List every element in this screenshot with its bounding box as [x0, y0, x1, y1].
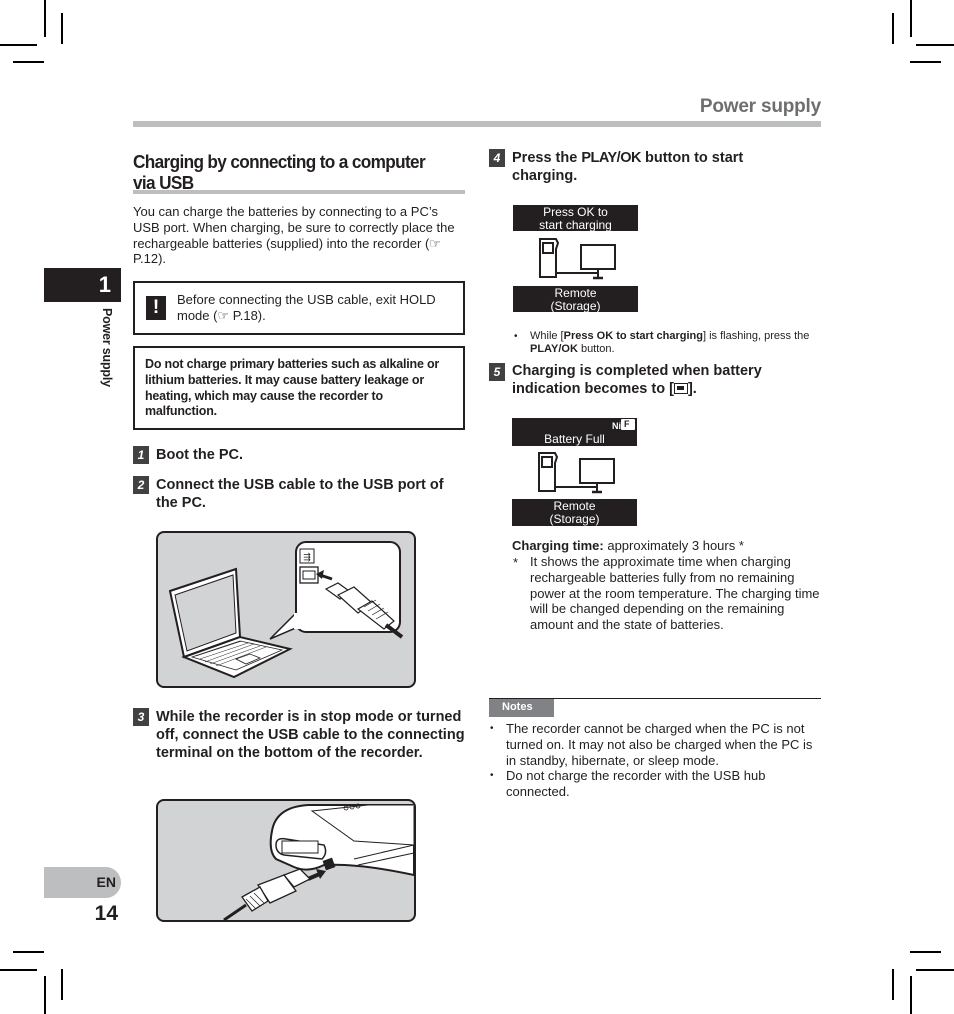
step-text: Boot the PC. [156, 447, 243, 463]
screen-bottom-line: (Storage) [549, 511, 600, 526]
recorder-device-icon [538, 452, 559, 492]
crop-mark [44, 0, 46, 37]
usb-plug-icon [223, 868, 312, 920]
crop-mark [910, 976, 912, 1014]
laptop-usb-drawing: ⇶ [168, 541, 404, 679]
press-ok-screen-display: Press OK to start charging Remote (Stora… [513, 205, 638, 312]
battery-level-icon: F [621, 419, 635, 430]
chapter-number-tab: 1 [44, 268, 121, 302]
screen-connection-graphic [513, 231, 638, 286]
notes-item: The recorder cannot be charged when the … [489, 721, 819, 768]
crop-mark [910, 0, 912, 37]
laptop-icon [168, 567, 293, 679]
warning-box: Do not charge primary batteries such as … [133, 346, 465, 430]
crop-mark [916, 969, 954, 971]
screen-top-line: Battery Full [544, 432, 605, 446]
arrow-icon [307, 869, 326, 881]
charging-time-footnote-mark: * [513, 555, 519, 570]
step-number-badge: 1 [133, 446, 149, 464]
battery-type-indicator: Ni [612, 421, 621, 431]
screen-connection-graphic [512, 446, 637, 499]
play-ok-key-ref: PLAY/OK [530, 343, 578, 355]
running-header-title: Power supply [699, 96, 821, 117]
svg-text:⇶: ⇶ [303, 552, 311, 563]
crop-mark [910, 951, 941, 953]
crop-mark [910, 61, 941, 63]
press-ok-message-ref: Press OK to start charging [563, 330, 703, 342]
crop-mark [892, 13, 894, 44]
step4-note: While [Press OK to start charging] is fl… [513, 330, 823, 356]
crop-mark [61, 13, 63, 44]
crop-mark [13, 61, 44, 63]
recorder-icon [269, 803, 414, 877]
recorder-usb-connection-illustration [156, 799, 416, 922]
crop-mark [61, 969, 63, 1000]
screen-bottom-line: Remote [553, 499, 596, 513]
step-text-pre: Charging is completed when battery indic… [512, 363, 762, 397]
crop-mark [916, 44, 954, 46]
step-text-pre: Press the [512, 150, 582, 166]
charging-time: Charging time: approximately 3 hours * [512, 538, 824, 554]
step4-note-list: While [Press OK to start charging] is fl… [513, 330, 823, 356]
step-number-badge: 2 [133, 476, 149, 494]
charging-time-footnote: It shows the approximate time when charg… [530, 554, 820, 633]
intro-paragraph: You can charge the batteries by connecti… [133, 204, 455, 267]
section-title: Charging by connecting to a computer via… [133, 151, 426, 193]
screen-top-band: Press OK to start charging [513, 205, 638, 231]
crop-mark [13, 951, 44, 953]
warning-text: Do not charge primary batteries such as … [145, 357, 440, 419]
step-text: While the recorder is in stop mode or tu… [156, 709, 465, 761]
crop-mark [892, 969, 894, 1000]
section-title-rule [133, 190, 465, 194]
step-text: Charging is completed when battery indic… [512, 362, 812, 398]
caution-text: Before connecting the USB cable, exit HO… [177, 292, 436, 323]
step-text: Press the PLAY/OK button to start chargi… [512, 149, 812, 185]
screen-top-line: start charging [539, 217, 612, 232]
crop-mark [44, 976, 46, 1014]
recorder-usb-drawing [223, 803, 414, 920]
battery-full-screen-display: Ni F Battery Full Remote (Storage) [512, 418, 637, 526]
crop-mark [0, 969, 37, 971]
header-rule [133, 121, 821, 127]
recorder-device-icon [539, 238, 560, 278]
step-text: Connect the USB cable to the USB port of… [156, 477, 444, 511]
charging-time-label: Charging time: [512, 538, 604, 553]
screen-bottom-line: (Storage) [550, 298, 601, 313]
step-number-badge: 3 [133, 708, 149, 726]
charging-time-value: approximately 3 hours * [603, 538, 744, 553]
page-number: 14 [94, 902, 118, 925]
language-tab: EN [44, 867, 121, 898]
play-ok-key-label: PLAY/OK [581, 150, 641, 166]
exclamation-icon: ! [146, 296, 166, 320]
laptop-usb-connection-illustration: ⇶ [156, 531, 416, 688]
step-number-badge: 4 [489, 149, 505, 167]
step-text-post: ]. [687, 381, 697, 397]
notes-list: The recorder cannot be charged when the … [489, 721, 819, 800]
screen-top-line: Press OK to [543, 205, 608, 219]
screen-bottom-band: Remote (Storage) [513, 286, 638, 312]
chapter-side-label: Power supply [100, 308, 114, 387]
battery-full-icon [673, 383, 688, 394]
caution-box: ! Before connecting the USB cable, exit … [133, 281, 465, 335]
step-number-badge: 5 [489, 363, 505, 381]
screen-top-band: Ni F Battery Full [512, 418, 637, 446]
notes-label: Notes [489, 699, 554, 717]
crop-mark [0, 44, 37, 46]
screen-bottom-band: Remote (Storage) [512, 499, 637, 525]
screen-bottom-line: Remote [554, 286, 597, 300]
notes-item: Do not charge the recorder with the USB … [489, 768, 819, 800]
